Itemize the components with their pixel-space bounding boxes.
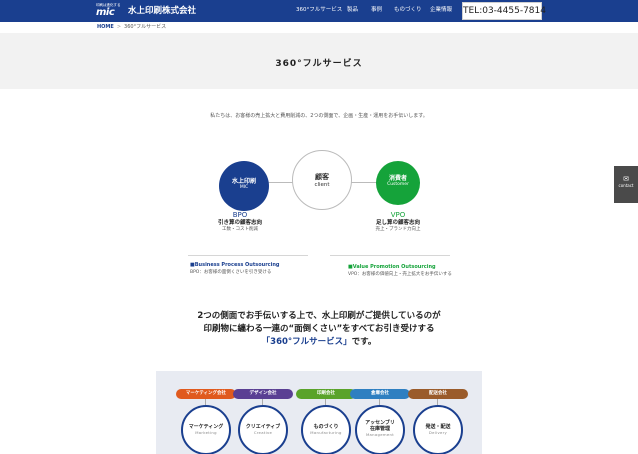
page-title: 360°フルサービス — [275, 59, 363, 69]
intro-text: 私たちは、お客様の売上拡大と費用削減の、2つの側面で、企画・生産・運用をお手伝い… — [210, 113, 428, 119]
vpo-definition-desc: VPO：お客様の価値向上・売上拡大をお手伝いする — [348, 272, 452, 277]
diagram-customer-subtitle: Customer — [387, 182, 409, 187]
vpo-definition-term: ■Value Promotion Outsourcing — [348, 264, 436, 270]
breadcrumb-current: 360°フルサービス — [124, 24, 167, 30]
lead-line-2: 印刷物に纏わる一連の“面倒くさい”をすべてお引き受けする — [203, 324, 435, 334]
service-company-pill: マーケティング会社 — [176, 389, 236, 399]
bpo-note: 工数・コスト削減 — [222, 227, 258, 232]
service-circle: アッセンブリ 在庫管理 Management — [355, 405, 405, 454]
company-name[interactable]: 水上印刷株式会社 — [128, 5, 196, 17]
nav-item-products[interactable]: 製品 — [347, 6, 358, 14]
service-item-creative[interactable]: デザイン会社 クリエイティブ Creative — [233, 389, 293, 454]
service-company-pill: デザイン会社 — [233, 389, 293, 399]
vpo-heading: 足し算の顧客志向 — [375, 220, 420, 226]
logo-mark: mic — [96, 7, 115, 18]
contact-side-tab[interactable]: ✉ contact — [614, 166, 638, 203]
nav-item-cases[interactable]: 事例 — [371, 6, 382, 14]
bpo-abbr: BPO — [232, 211, 248, 219]
lead-line-3-rest: です。 — [351, 337, 377, 347]
bpo-heading: 引き算の顧客志向 — [217, 220, 262, 226]
tel-button[interactable]: TEL:03-4455-7814 — [462, 2, 546, 20]
service-label-en: Delivery — [428, 430, 448, 435]
service-item-manufacturing[interactable]: 印刷会社 ものづくり Manufacturing — [296, 389, 356, 454]
diagram-client-subtitle: client — [314, 182, 330, 188]
lead-line-3: 「360°フルサービス」です。 — [0, 335, 638, 349]
bpo-definition: ■Business Process Outsourcing BPO：お客様の面倒… — [190, 262, 280, 276]
vpo-definition: ■Value Promotion Outsourcing VPO：お客様の価値向… — [348, 264, 452, 278]
breadcrumb-home[interactable]: HOME — [97, 24, 114, 30]
diagram-mic-title: 水上印刷 — [231, 178, 256, 185]
vpo-note: 売上・ブランド力向上 — [375, 227, 421, 232]
nav-item-360-full-service[interactable]: 360°フルサービス — [296, 6, 342, 14]
service-label-en: Creative — [253, 430, 273, 435]
diagram-circle-mic: 水上印刷 MIC — [219, 161, 269, 211]
diagram-circle-client: 顧客 client — [292, 150, 352, 210]
service-company-pill: 倉庫会社 — [350, 389, 410, 399]
contact-label: contact — [618, 183, 634, 188]
breadcrumb: HOME >360°フルサービス — [97, 24, 166, 30]
diagram-client-title: 顧客 — [315, 173, 329, 181]
vpo-label: VPO 足し算の顧客志向 売上・ブランド力向上 — [338, 211, 458, 233]
service-item-delivery[interactable]: 配送会社 発送・配送 Delivery — [408, 389, 468, 454]
service-circle: 発送・配送 Delivery — [413, 405, 463, 454]
service-label-en: Management — [365, 432, 394, 437]
nav-item-monozukuri[interactable]: ものづくり — [394, 6, 422, 14]
diagram-customer-title: 消費者 — [388, 175, 407, 182]
service-item-marketing[interactable]: マーケティング会社 マーケティング Marketing — [176, 389, 236, 454]
site-header: 印刷は進化する mic 水上印刷株式会社 360°フルサービス 製品 事例 もの… — [0, 0, 638, 22]
bpo-label: BPO 引き算の顧客志向 工数・コスト削減 — [180, 211, 300, 233]
bpo-definition-term: ■Business Process Outsourcing — [190, 262, 280, 268]
mail-icon: ✉ — [623, 175, 629, 183]
service-company-pill: 配送会社 — [408, 389, 468, 399]
service-circle: クリエイティブ Creative — [238, 405, 288, 454]
nav-item-company-info[interactable]: 企業情報 — [430, 6, 452, 14]
service-label-en: Marketing — [195, 430, 217, 435]
lead-line-1: 2つの側面でお手伝いする上で、水上印刷がご提供しているのが — [197, 311, 441, 321]
vpo-abbr: VPO — [390, 211, 406, 219]
service-company-pill: 印刷会社 — [296, 389, 356, 399]
service-item-management[interactable]: 倉庫会社 アッセンブリ 在庫管理 Management — [350, 389, 410, 454]
service-label-en: Manufacturing — [310, 430, 342, 435]
diagram-circle-customer: 消費者 Customer — [376, 161, 420, 205]
diagram-mic-subtitle: MIC — [239, 185, 249, 190]
vpo-divider — [330, 255, 450, 256]
breadcrumb-separator: > — [116, 24, 122, 30]
bpo-divider — [188, 255, 308, 256]
company-logo[interactable]: 印刷は進化する mic — [96, 3, 124, 18]
services-panel: マーケティング会社 マーケティング Marketing デザイン会社 クリエイテ… — [156, 371, 482, 454]
bpo-definition-desc: BPO：お客様の面倒くさいを引き受ける — [190, 270, 272, 275]
service-circle: マーケティング Marketing — [181, 405, 231, 454]
lead-highlight: 「360°フルサービス」 — [261, 337, 352, 347]
service-circle: ものづくり Manufacturing — [301, 405, 351, 454]
